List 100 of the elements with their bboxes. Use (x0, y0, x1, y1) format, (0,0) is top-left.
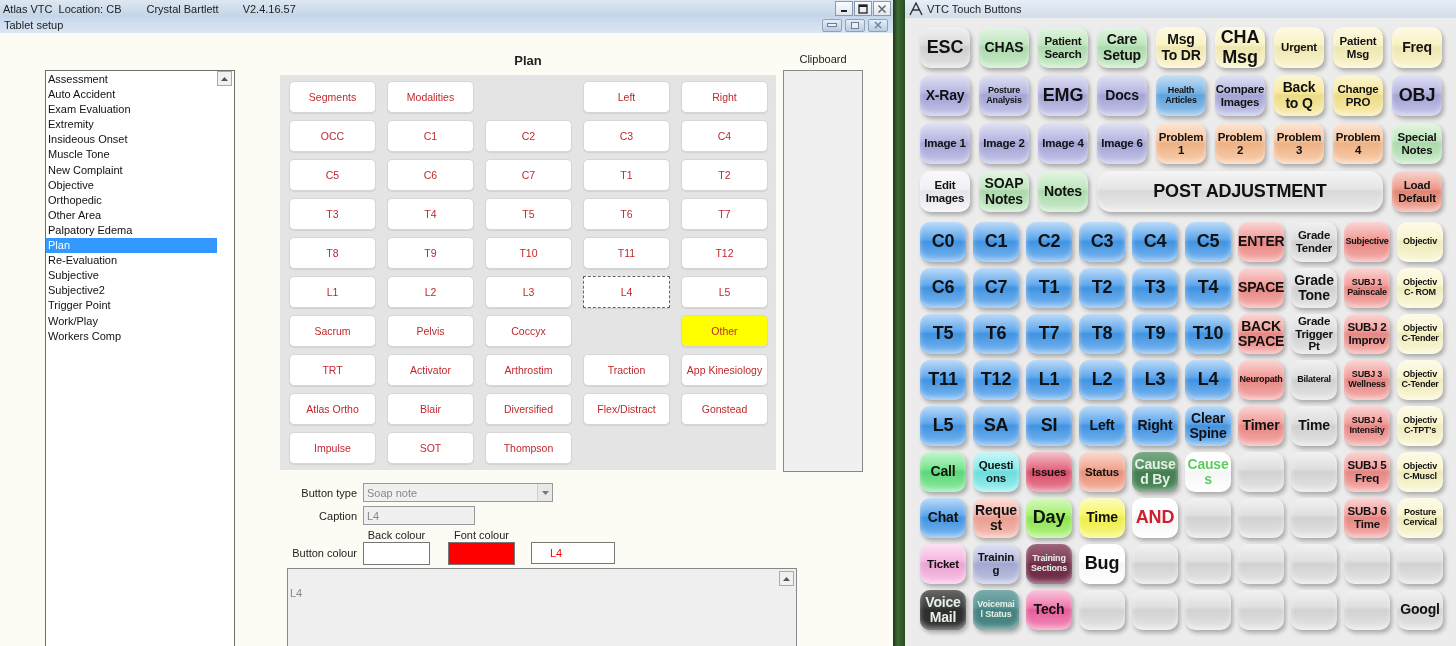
plan-button[interactable]: OCC (289, 120, 376, 152)
touch-button[interactable]: OBJ (1392, 75, 1442, 116)
plan-button[interactable]: Pelvis (387, 315, 474, 347)
touch-button[interactable]: Grade Trigger Pt (1291, 314, 1337, 354)
blank-button[interactable] (1291, 452, 1337, 492)
touch-button[interactable]: L1 (1026, 360, 1072, 400)
touch-button[interactable]: Issues (1026, 452, 1072, 492)
plan-button[interactable]: L5 (681, 276, 768, 308)
plan-button[interactable]: C2 (485, 120, 572, 152)
plan-button[interactable]: C4 (681, 120, 768, 152)
touch-button[interactable]: C2 (1026, 222, 1072, 262)
plan-button[interactable]: C6 (387, 159, 474, 191)
touch-button[interactable]: Objectiv C- ROM (1397, 268, 1443, 308)
touch-button[interactable]: Objectiv C-Tender (1397, 314, 1443, 354)
blank-button[interactable] (1132, 544, 1178, 584)
plan-button[interactable]: Coccyx (485, 315, 572, 347)
list-item[interactable]: Subjective2 (46, 283, 217, 299)
touch-button[interactable]: SUBJ 4 Intensity (1344, 406, 1390, 446)
plan-button[interactable]: T3 (289, 198, 376, 230)
touch-button[interactable]: SUBJ 5 Freq (1344, 452, 1390, 492)
touch-button[interactable]: Bilateral (1291, 360, 1337, 400)
touch-button[interactable]: L3 (1132, 360, 1178, 400)
plan-button[interactable]: T4 (387, 198, 474, 230)
touch-button[interactable]: Freq (1392, 27, 1442, 68)
touch-button[interactable]: Time (1291, 406, 1337, 446)
plan-button[interactable]: Arthrostim (485, 354, 572, 386)
touch-button[interactable]: Patient Msg (1333, 27, 1383, 68)
touch-button[interactable]: Image 2 (979, 123, 1029, 164)
blank-button[interactable] (1344, 590, 1390, 630)
touch-button[interactable]: SUBJ 1 Painscale (1344, 268, 1390, 308)
list-item[interactable]: Other Area (46, 207, 217, 223)
touch-button[interactable]: Trainin g (973, 544, 1019, 584)
touch-button[interactable]: Day (1026, 498, 1072, 538)
touch-button[interactable]: Msg To DR (1156, 27, 1206, 68)
touch-button[interactable]: T2 (1079, 268, 1125, 308)
touch-button[interactable]: Compare Images (1215, 75, 1265, 116)
touch-button[interactable]: T12 (973, 360, 1019, 400)
touch-button[interactable]: T9 (1132, 314, 1178, 354)
touch-button[interactable]: Problem 2 (1215, 123, 1265, 164)
touch-button[interactable]: Image 6 (1097, 123, 1147, 164)
plan-button[interactable]: App Kinesiology (681, 354, 768, 386)
blank-button[interactable] (1397, 544, 1443, 584)
touch-button[interactable]: Patient Search (1038, 27, 1088, 68)
touch-button[interactable]: POST ADJUSTMENT (1097, 171, 1383, 212)
blank-button[interactable] (1291, 544, 1337, 584)
touch-button[interactable]: Time (1079, 498, 1125, 538)
plan-button[interactable]: Segments (289, 81, 376, 113)
list-item[interactable]: Re-Evaluation (46, 253, 217, 269)
touch-button[interactable]: Grade Tone (1291, 268, 1337, 308)
touch-button[interactable]: Objectiv C-Tender (1397, 360, 1443, 400)
touch-button[interactable]: Special Notes (1392, 123, 1442, 164)
plan-button[interactable]: Gonstead (681, 393, 768, 425)
font-colour-swatch[interactable] (448, 542, 515, 565)
touch-button[interactable]: Left (1079, 406, 1125, 446)
touch-button[interactable]: Load Default (1392, 171, 1442, 212)
plan-button[interactable]: L2 (387, 276, 474, 308)
touch-button[interactable]: Urgent (1274, 27, 1324, 68)
plan-button[interactable]: T5 (485, 198, 572, 230)
plan-button[interactable]: TRT (289, 354, 376, 386)
list-item[interactable]: Workers Comp (46, 328, 217, 344)
touch-button[interactable]: Ticket (920, 544, 966, 584)
touch-button[interactable]: CHAS (979, 27, 1029, 68)
touch-button[interactable]: Tech (1026, 590, 1072, 630)
plan-button[interactable]: Other (681, 315, 768, 347)
touch-button[interactable]: C1 (973, 222, 1019, 262)
plan-button[interactable]: Thompson (485, 432, 572, 464)
touch-button[interactable]: Health Articles (1156, 75, 1206, 116)
plan-button[interactable]: L4 (583, 276, 670, 308)
touch-button[interactable]: L2 (1079, 360, 1125, 400)
touch-button[interactable]: Problem 4 (1333, 123, 1383, 164)
plan-button[interactable]: T11 (583, 237, 670, 269)
touch-button[interactable]: T10 (1185, 314, 1231, 354)
touch-button[interactable]: Clear Spine (1185, 406, 1231, 446)
list-item[interactable]: Objective (46, 177, 217, 193)
touch-button[interactable]: AND (1132, 498, 1178, 538)
touch-button[interactable]: Care Setup (1097, 27, 1147, 68)
plan-button[interactable]: Right (681, 81, 768, 113)
plan-button[interactable]: T10 (485, 237, 572, 269)
touch-button[interactable]: Objectiv C-Muscl (1397, 452, 1443, 492)
plan-button[interactable]: Left (583, 81, 670, 113)
plan-button[interactable]: T1 (583, 159, 670, 191)
touch-button[interactable]: Reque st (973, 498, 1019, 538)
touch-button[interactable]: Googl (1397, 590, 1443, 630)
plan-button[interactable]: T2 (681, 159, 768, 191)
plan-button[interactable]: Atlas Ortho (289, 393, 376, 425)
touch-button[interactable]: C0 (920, 222, 966, 262)
touch-button[interactable]: T3 (1132, 268, 1178, 308)
touch-button[interactable]: BACK SPACE (1238, 314, 1284, 354)
list-item[interactable]: Subjective (46, 268, 217, 284)
plan-button[interactable]: Sacrum (289, 315, 376, 347)
clipboard-box[interactable] (783, 70, 863, 472)
touch-button[interactable]: Timer (1238, 406, 1284, 446)
blank-button[interactable] (1132, 590, 1178, 630)
touch-button[interactable]: SUBJ 2 Improv (1344, 314, 1390, 354)
touch-button[interactable]: C3 (1079, 222, 1125, 262)
touch-button[interactable]: SI (1026, 406, 1072, 446)
touch-button[interactable]: SPACE (1238, 268, 1284, 308)
touch-button[interactable]: T5 (920, 314, 966, 354)
touch-button[interactable]: SA (973, 406, 1019, 446)
plan-button[interactable]: C3 (583, 120, 670, 152)
